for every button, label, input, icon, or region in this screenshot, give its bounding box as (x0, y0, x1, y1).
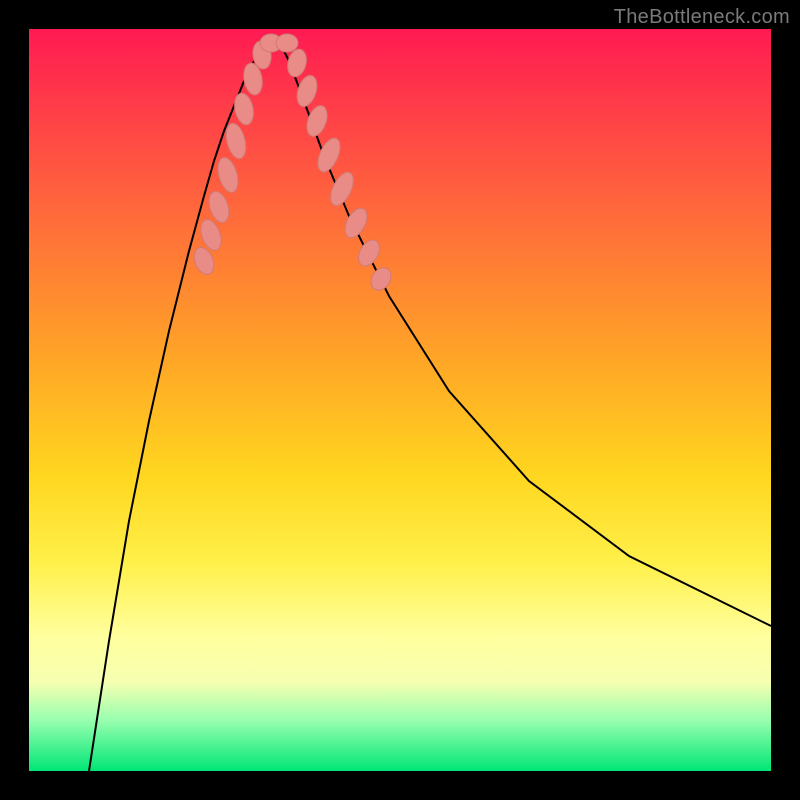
watermark-text: TheBottleneck.com (614, 6, 790, 29)
data-point-marker (293, 73, 320, 109)
curve-right (279, 41, 771, 626)
data-point-marker (367, 264, 395, 294)
data-point-marker (276, 34, 298, 52)
chart-svg (29, 29, 771, 771)
data-point-marker (232, 91, 256, 126)
data-point-markers (190, 34, 395, 294)
data-point-marker (354, 236, 384, 269)
data-point-marker (341, 205, 372, 242)
data-point-marker (223, 121, 249, 160)
data-point-marker (214, 155, 241, 195)
